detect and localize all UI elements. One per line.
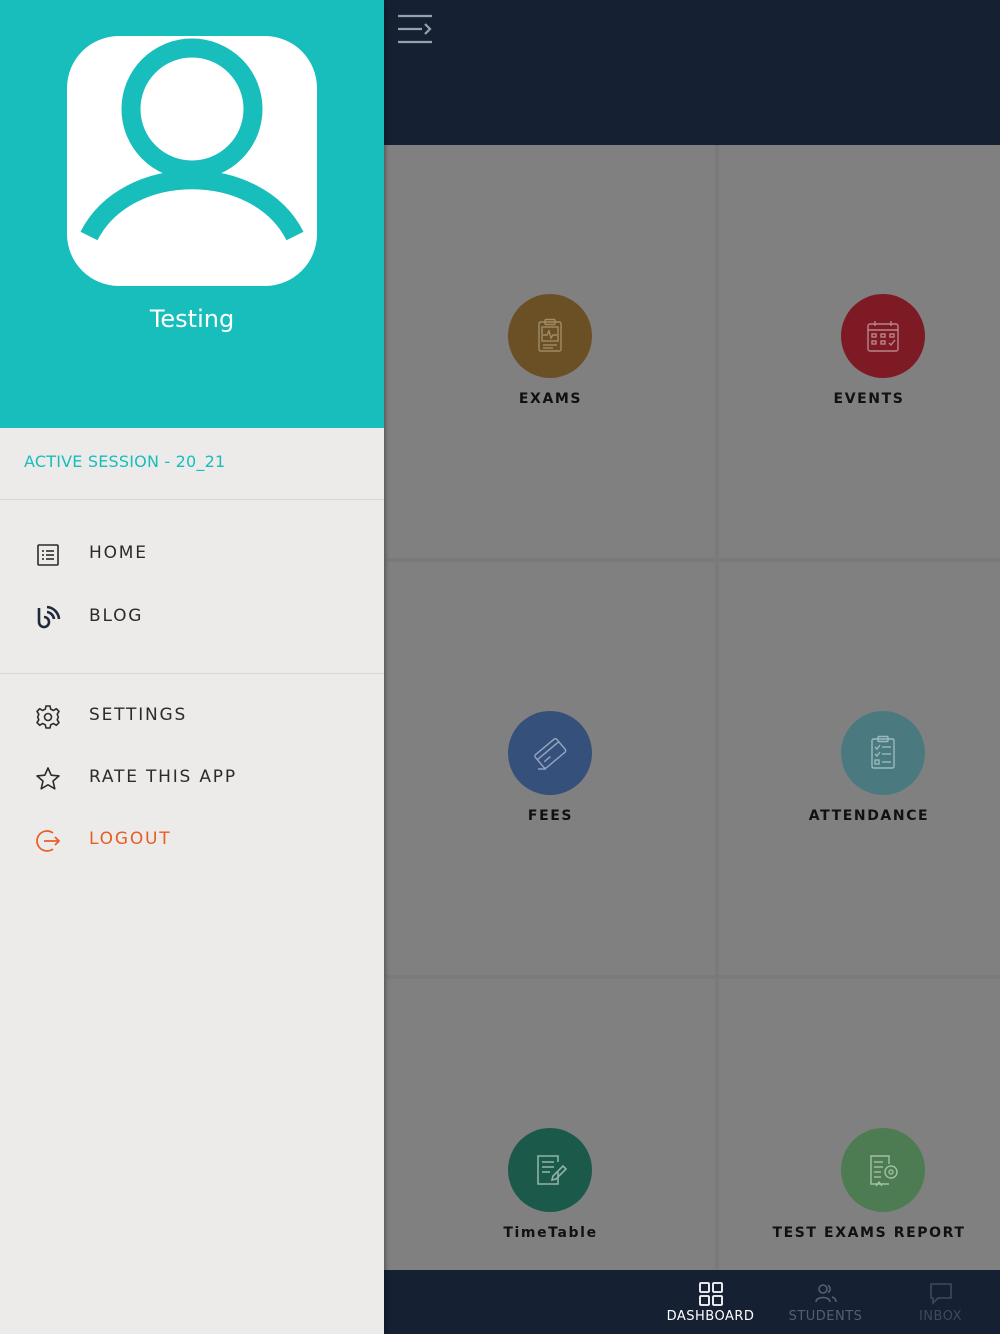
- nav-label: DASHBOARD: [666, 1309, 755, 1324]
- tile-timetable[interactable]: TimeTable: [386, 979, 715, 1270]
- attendance-icon-circle: [841, 711, 925, 795]
- tile-exams[interactable]: EXAMS: [386, 145, 715, 558]
- tile-attendance[interactable]: ATTENDANCE: [719, 562, 1000, 975]
- tile-label: EXAMS: [518, 391, 583, 407]
- active-session-label: ACTIVE SESSION - 20_21: [24, 452, 226, 471]
- tile-test-exams-report[interactable]: TEST EXAMS REPORT: [719, 979, 1000, 1270]
- menu-item-rate-app[interactable]: RATE THIS APP: [0, 750, 384, 806]
- star-icon: [36, 767, 60, 790]
- menu-toggle-button[interactable]: [396, 12, 436, 48]
- tile-label: TEST EXAMS REPORT: [772, 1225, 966, 1241]
- tile-label: EVENTS: [833, 391, 905, 407]
- list-icon: [37, 544, 59, 566]
- menu-label: HOME: [89, 543, 148, 563]
- fees-icon-circle: [508, 711, 592, 795]
- clipboard-pulse-icon: [538, 318, 562, 352]
- note-edit-icon: [537, 1155, 568, 1185]
- logout-icon: [36, 830, 61, 852]
- avatar[interactable]: [67, 36, 317, 286]
- tile-label: FEES: [527, 808, 574, 824]
- menu-label: LOGOUT: [89, 829, 172, 849]
- blog-icon: [37, 605, 61, 629]
- menu-label: SETTINGS: [89, 705, 188, 725]
- menu-item-blog[interactable]: BLOG: [0, 589, 384, 645]
- menu-collapse-icon: [398, 14, 432, 44]
- divider: [0, 673, 384, 674]
- tile-fees[interactable]: FEES: [386, 562, 715, 975]
- nav-label: STUDENTS: [788, 1309, 863, 1324]
- report-icon-circle: [841, 1128, 925, 1212]
- menu-item-settings[interactable]: SETTINGS: [0, 688, 384, 744]
- tile-label: TimeTable: [503, 1225, 598, 1241]
- calendar-icon: [867, 321, 899, 352]
- report-icon: [870, 1155, 898, 1187]
- tile-events[interactable]: EVENTS: [719, 145, 1000, 558]
- nav-dashboard[interactable]: DASHBOARD: [653, 1270, 768, 1334]
- menu-item-home[interactable]: HOME: [0, 526, 384, 582]
- menu-label: RATE THIS APP: [89, 767, 237, 787]
- navigation-drawer: Testing ACTIVE SESSION - 20_21 HOME BLOG…: [0, 0, 384, 1334]
- user-avatar-icon: [80, 38, 304, 241]
- drawer-header: Testing: [0, 0, 384, 428]
- dashboard-grid: EXAMS EVENTS FEES ATTENDANCE TimeTable T…: [384, 145, 1000, 1270]
- grid-icon: [698, 1282, 723, 1306]
- profile-name: Testing: [149, 305, 235, 333]
- events-icon-circle: [841, 294, 925, 378]
- nav-inbox[interactable]: INBOX: [883, 1270, 998, 1334]
- gear-icon: [36, 705, 60, 729]
- menu-item-logout[interactable]: LOGOUT: [0, 812, 384, 868]
- tile-label: ATTENDANCE: [808, 808, 930, 824]
- timetable-icon-circle: [508, 1128, 592, 1212]
- users-icon: [814, 1284, 837, 1303]
- bottom-navigation: DASHBOARD STUDENTS INBOX: [384, 1270, 1000, 1334]
- checklist-icon: [871, 735, 895, 769]
- exams-icon-circle: [508, 294, 592, 378]
- nav-students[interactable]: STUDENTS: [768, 1270, 883, 1334]
- menu-label: BLOG: [89, 606, 144, 626]
- nav-label: INBOX: [918, 1309, 963, 1324]
- chat-icon: [929, 1283, 952, 1305]
- card-icon: [534, 737, 567, 770]
- divider: [0, 499, 384, 500]
